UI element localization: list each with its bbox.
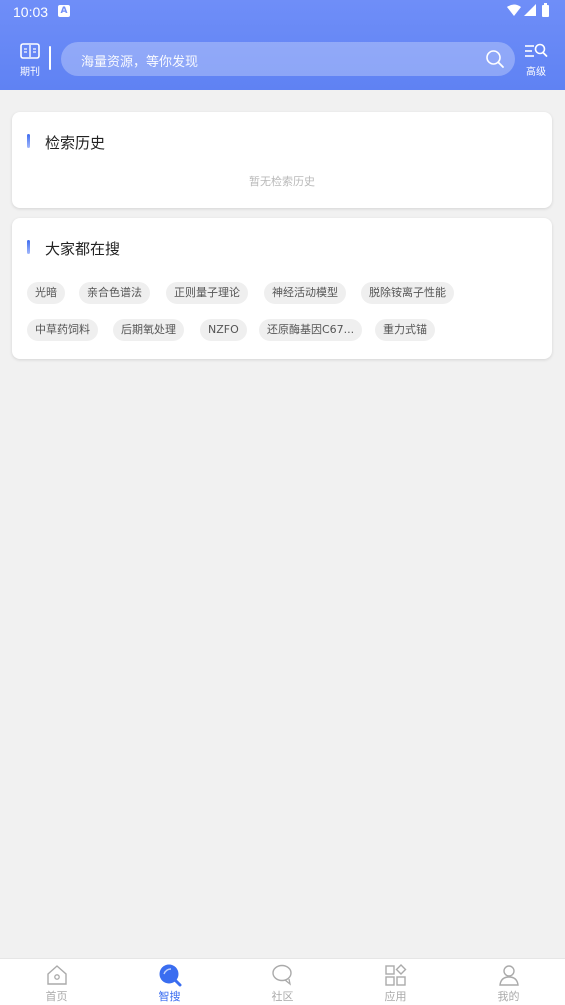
search-icon[interactable] [485,49,505,69]
search-tag[interactable]: 亲合色谱法 [79,282,150,304]
search-input[interactable]: 海量资源，等你发现 [61,42,515,76]
status-time: 10:03 [13,4,49,20]
search-tag[interactable]: 神经活动模型 [264,282,346,304]
journal-label: 期刊 [20,67,40,78]
advanced-label: 高级 [526,67,546,78]
history-empty-text: 暂无检索历史 [249,175,315,188]
status-bar: 10:03 A [0,0,565,24]
search-tag[interactable]: 重力式锚 [375,319,435,341]
journal-button[interactable]: 期刊 [14,42,46,78]
notification-icon: A [58,5,70,17]
profile-icon [499,965,519,986]
nav-item-profile[interactable]: 我的 [452,959,565,1005]
signal-icon [524,4,536,16]
home-icon [47,965,67,985]
nav-label: 我的 [497,990,520,1003]
header-divider [49,46,51,70]
search-tag[interactable]: 后期氧处理 [113,319,184,341]
community-icon [272,964,292,986]
status-icons [507,3,549,17]
advanced-search-button[interactable]: 高级 [522,42,550,78]
smart-search-icon [159,964,182,987]
advanced-search-icon [525,43,548,57]
nav-item-community[interactable]: 社区 [226,959,339,1005]
title-accent-bar [27,240,30,254]
title-accent-bar [27,134,30,148]
nav-label: 应用 [384,990,407,1003]
search-tag[interactable]: 正则量子理论 [166,282,248,304]
popular-title: 大家都在搜 [45,240,121,258]
search-history-card: 检索历史 暂无检索历史 [12,112,552,208]
search-tag[interactable]: 光暗 [27,282,65,304]
nav-label: 社区 [271,990,294,1003]
battery-icon [542,5,549,17]
popular-searches-card: 大家都在搜 光暗 亲合色谱法 正则量子理论 神经活动模型 脱除铵离子性能 中草药… [12,218,552,359]
nav-item-smart-search[interactable]: 智搜 [113,959,226,1005]
top-header: 10:03 A 期刊 海量资源，等你发现 高级 [0,0,565,90]
wifi-icon [507,4,521,16]
journal-icon [20,43,40,59]
search-tag[interactable]: 脱除铵离子性能 [361,282,454,304]
bottom-nav: 首页 智搜 社区 应用 我的 [0,958,565,1005]
history-title: 检索历史 [45,134,106,152]
nav-item-apps[interactable]: 应用 [339,959,452,1005]
nav-label: 首页 [45,990,68,1003]
search-tag[interactable]: 还原酶基因C67... [259,319,363,341]
search-placeholder: 海量资源，等你发现 [81,55,199,70]
search-tag[interactable]: 中草药饲料 [27,319,98,341]
search-tag[interactable]: NZFO [200,319,247,341]
nav-item-home[interactable]: 首页 [0,959,113,1005]
nav-label: 智搜 [158,990,181,1003]
apps-icon [385,964,407,986]
